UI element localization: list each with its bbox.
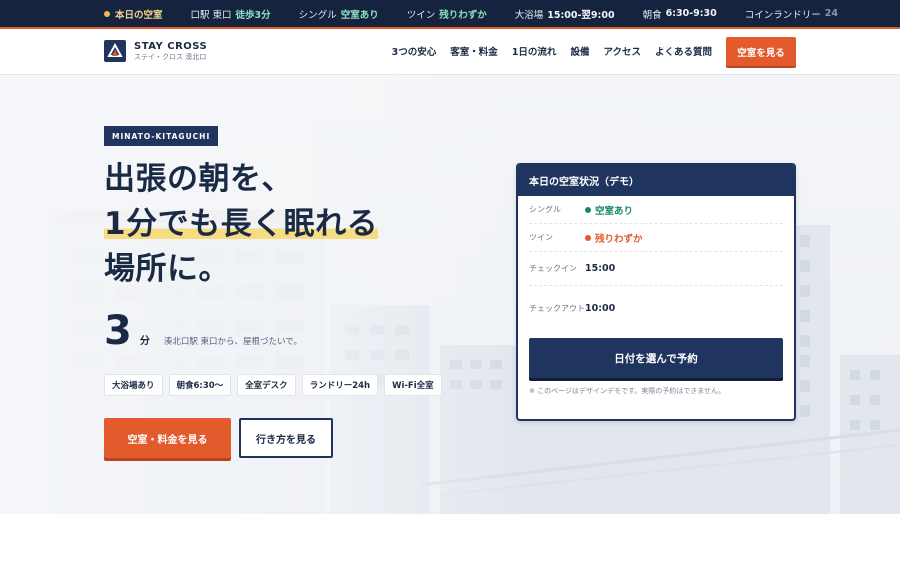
availability-row-checkout: チェックアウト 10:00 bbox=[529, 286, 783, 330]
brand-logo[interactable]: STAY CROSS ステイ・クロス 湊北口 bbox=[104, 40, 207, 62]
stat-unit: 分 bbox=[139, 336, 150, 347]
nav-link-safety[interactable]: 3つの安心 bbox=[392, 44, 437, 58]
chip-breakfast: 朝食6:30〜 bbox=[168, 374, 232, 396]
ticker-value: 24 bbox=[824, 8, 839, 19]
ticker-key: 朝食 bbox=[642, 9, 662, 21]
main-nav: 3つの安心 客室・料金 1日の流れ 設備 アクセス よくある質問 bbox=[378, 29, 712, 73]
availability-title: 本日の空室状況（デモ） bbox=[518, 165, 794, 196]
ticker-key: コインランドリー bbox=[744, 9, 821, 21]
row-value: 10:00 bbox=[585, 302, 616, 314]
status-dot-icon bbox=[104, 10, 110, 17]
select-date-reserve-button[interactable]: 日付を選んで予約 bbox=[529, 338, 783, 378]
site-header: STAY CROSS ステイ・クロス 湊北口 3つの安心 客室・料金 1日の流れ… bbox=[0, 29, 900, 75]
availability-card: 本日の空室状況（デモ） シングル 空室あり ツイン 残りわずか チェックイン 1… bbox=[516, 163, 796, 421]
chip-laundry: ランドリー24h bbox=[301, 374, 379, 396]
ticker-key: 口駅 東口 bbox=[190, 9, 232, 21]
availability-row-single: シングル 空室あり bbox=[529, 196, 783, 224]
brand-subtitle: ステイ・クロス 湊北口 bbox=[134, 52, 207, 61]
chip-bath: 大浴場あり bbox=[104, 374, 163, 396]
available-dot-icon bbox=[585, 206, 591, 213]
row-label: シングル bbox=[529, 205, 561, 214]
ticker-key: シングル bbox=[298, 9, 337, 21]
row-value: 15:00 bbox=[585, 263, 616, 274]
stat-number: 3 bbox=[104, 308, 132, 354]
ticker-item-breakfast: 朝食 6:30-9:30 bbox=[643, 7, 717, 21]
ticker-item-laundry: コインランドリー 24 bbox=[745, 7, 838, 21]
availability-row-checkin: チェックイン 15:00 bbox=[529, 252, 783, 286]
demo-notice: ※ このページはデザインデモです。実際の予約はできません。 bbox=[529, 387, 726, 395]
rooms-rates-button[interactable]: 空室・料金を見る bbox=[104, 418, 231, 458]
ticker-value: 空室あり bbox=[340, 9, 379, 21]
row-value: 空室あり bbox=[585, 203, 633, 217]
row-label: チェックアウト bbox=[529, 303, 585, 313]
row-value: 残りわずか bbox=[585, 231, 643, 245]
feature-chips: 大浴場あり 朝食6:30〜 全室デスク ランドリー24h Wi-Fi全室 bbox=[104, 374, 448, 396]
ticker-key: 大浴場 bbox=[514, 9, 544, 21]
chip-desk: 全室デスク bbox=[237, 374, 296, 396]
brand-name: STAY CROSS bbox=[134, 40, 208, 52]
location-badge: MINATO-KITAGUCHI bbox=[104, 126, 219, 146]
ticker-value: 徒歩3分 bbox=[235, 9, 271, 21]
ticker-value: 残りわずか bbox=[439, 9, 487, 21]
nav-link-faq[interactable]: よくある質問 bbox=[655, 44, 712, 58]
hero-section: MINATO-KITAGUCHI 出張の朝を、 1分でも長く眠れる 場所に。 3… bbox=[0, 75, 900, 514]
view-vacancy-button[interactable]: 空室を見る bbox=[726, 37, 796, 66]
few-left-dot-icon bbox=[585, 234, 591, 241]
walk-time-stat: 3 分 湊北口駅 東口から、屋根づたいで。 bbox=[104, 311, 302, 351]
hero-headline: 出張の朝を、 1分でも長く眠れる 場所に。 bbox=[104, 157, 379, 292]
directions-button[interactable]: 行き方を見る bbox=[239, 418, 333, 458]
status-ticker: 本日の空室 口駅 東口 徒歩3分 シングル 空室あり ツイン 残りわずか 大浴場… bbox=[0, 0, 900, 29]
headline-line-3: 場所に。 bbox=[104, 251, 230, 287]
row-label: チェックイン bbox=[529, 264, 577, 273]
nav-link-facilities[interactable]: 設備 bbox=[570, 44, 589, 58]
ticker-key: ツイン bbox=[406, 9, 436, 21]
nav-link-day-flow[interactable]: 1日の流れ bbox=[512, 44, 557, 58]
ticker-item-today: 本日の空室 bbox=[104, 7, 163, 21]
logo-mark-icon bbox=[104, 40, 126, 62]
availability-row-twin: ツイン 残りわずか bbox=[529, 224, 783, 252]
ticker-item-twin: ツイン 残りわずか bbox=[407, 7, 487, 21]
ticker-value: 15:00-翌9:00 bbox=[547, 9, 615, 21]
ticker-value: 本日の空室 bbox=[115, 9, 163, 21]
ticker-item-bath: 大浴場 15:00-翌9:00 bbox=[515, 7, 615, 21]
headline-line-2-highlight: 1分でも長く眠れる bbox=[104, 206, 379, 242]
ticker-item-single: シングル 空室あり bbox=[299, 7, 379, 21]
headline-line-1: 出張の朝を、 bbox=[104, 161, 293, 197]
chip-wifi: Wi-Fi全室 bbox=[384, 374, 442, 396]
nav-link-access[interactable]: アクセス bbox=[603, 44, 641, 58]
ticker-value: 6:30-9:30 bbox=[665, 8, 717, 19]
stat-description: 湊北口駅 東口から、屋根づたいで。 bbox=[163, 337, 302, 347]
row-label: ツイン bbox=[529, 233, 553, 242]
nav-link-rooms[interactable]: 客室・料金 bbox=[450, 44, 498, 58]
ticker-item-access: 口駅 東口 徒歩3分 bbox=[191, 7, 271, 21]
ticker-fade bbox=[840, 0, 900, 27]
